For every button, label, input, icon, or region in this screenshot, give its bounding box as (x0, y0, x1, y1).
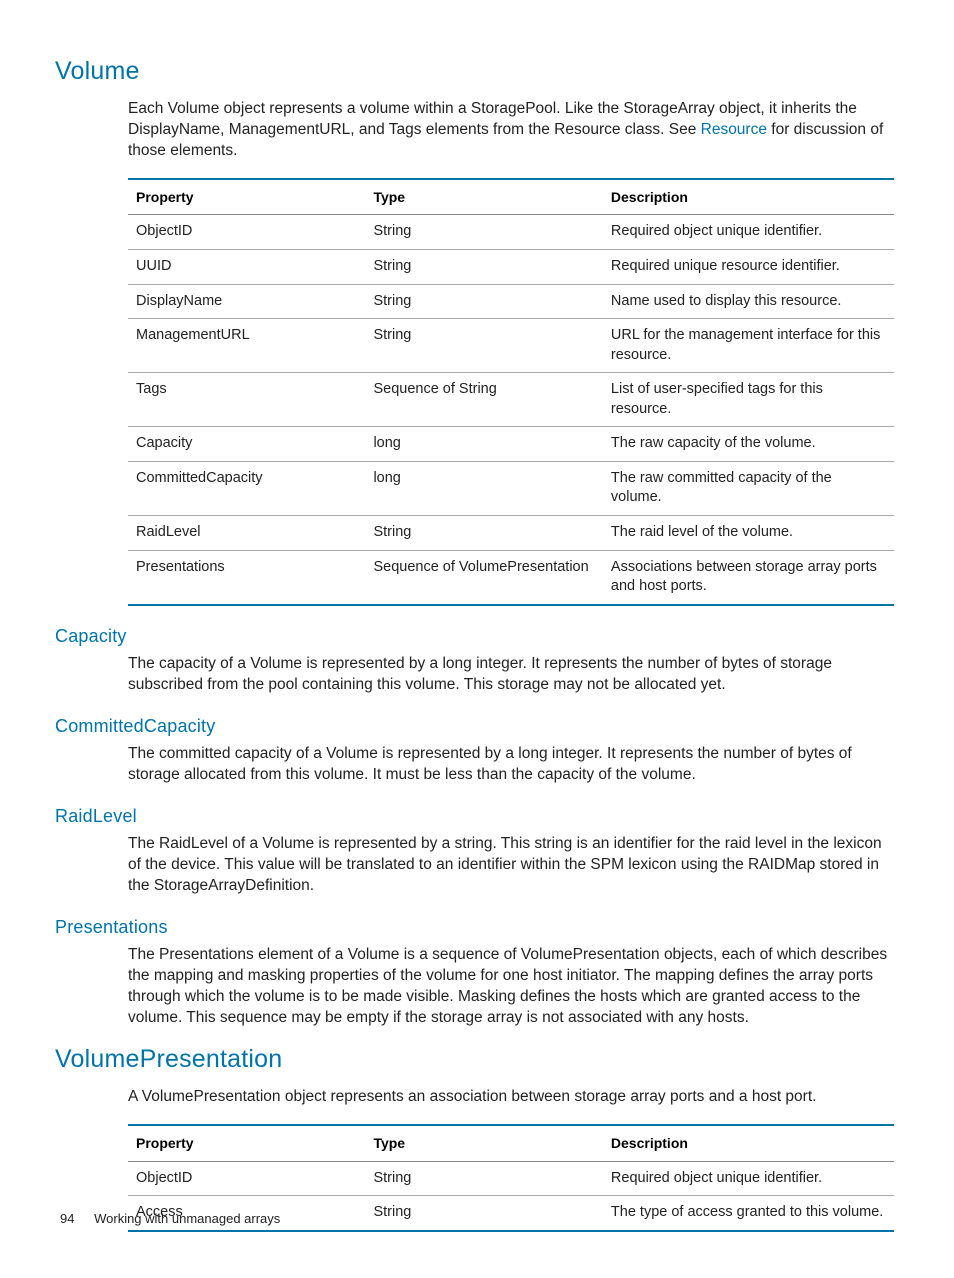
cell-type: String (365, 249, 602, 284)
cell-desc: Associations between storage array ports… (603, 550, 894, 605)
cell-prop: UUID (128, 249, 365, 284)
col-header-property: Property (128, 179, 365, 215)
cell-desc: URL for the management interface for thi… (603, 319, 894, 373)
cell-type: String (365, 319, 602, 373)
cell-prop: RaidLevel (128, 516, 365, 551)
volume-properties-table: Property Type Description ObjectIDString… (128, 178, 894, 606)
cell-prop: DisplayName (128, 284, 365, 319)
cell-type: String (365, 284, 602, 319)
table-header-row: Property Type Description (128, 1125, 894, 1161)
subsection-heading-presentations: Presentations (55, 915, 894, 939)
subsection-body: The RaidLevel of a Volume is represented… (128, 834, 894, 897)
cell-desc: The raw committed capacity of the volume… (603, 461, 894, 515)
cell-type: String (365, 1196, 602, 1231)
section-heading-volume: Volume (55, 55, 894, 89)
cell-desc: List of user-specified tags for this res… (603, 373, 894, 427)
cell-prop: ObjectID (128, 1161, 365, 1196)
chapter-title: Working with unmanaged arrays (94, 1211, 280, 1226)
table-header-row: Property Type Description (128, 179, 894, 215)
page-footer: 94 Working with unmanaged arrays (60, 1210, 280, 1228)
cell-prop: ObjectID (128, 215, 365, 250)
subsection-heading-committedcapacity: CommittedCapacity (55, 714, 894, 738)
cell-type: String (365, 1161, 602, 1196)
cell-prop: ManagementURL (128, 319, 365, 373)
col-header-description: Description (603, 1125, 894, 1161)
cell-type: String (365, 516, 602, 551)
col-header-description: Description (603, 179, 894, 215)
subsection-heading-raidlevel: RaidLevel (55, 804, 894, 828)
col-header-type: Type (365, 179, 602, 215)
cell-desc: The type of access granted to this volum… (603, 1196, 894, 1231)
subsection-body: The committed capacity of a Volume is re… (128, 744, 894, 786)
subsection-heading-capacity: Capacity (55, 624, 894, 648)
table-row: DisplayNameStringName used to display th… (128, 284, 894, 319)
table-row: TagsSequence of StringList of user-speci… (128, 373, 894, 427)
table-row: ManagementURLStringURL for the managemen… (128, 319, 894, 373)
col-header-type: Type (365, 1125, 602, 1161)
table-row: ObjectIDStringRequired object unique ide… (128, 215, 894, 250)
cell-type: Sequence of VolumePresentation (365, 550, 602, 605)
cell-desc: Required object unique identifier. (603, 215, 894, 250)
table-row: RaidLevelStringThe raid level of the vol… (128, 516, 894, 551)
cell-prop: Capacity (128, 427, 365, 462)
cell-desc: The raid level of the volume. (603, 516, 894, 551)
cell-desc: Required object unique identifier. (603, 1161, 894, 1196)
col-header-property: Property (128, 1125, 365, 1161)
volume-intro: Each Volume object represents a volume w… (128, 99, 894, 162)
page-number: 94 (60, 1211, 74, 1226)
cell-desc: The raw capacity of the volume. (603, 427, 894, 462)
table-row: CapacitylongThe raw capacity of the volu… (128, 427, 894, 462)
resource-link[interactable]: Resource (701, 121, 767, 138)
cell-type: String (365, 215, 602, 250)
cell-prop: CommittedCapacity (128, 461, 365, 515)
section-heading-volumepresentation: VolumePresentation (55, 1043, 894, 1077)
cell-prop: Presentations (128, 550, 365, 605)
subsection-body: The Presentations element of a Volume is… (128, 945, 894, 1029)
cell-desc: Name used to display this resource. (603, 284, 894, 319)
cell-prop: Tags (128, 373, 365, 427)
subsection-body: The capacity of a Volume is represented … (128, 654, 894, 696)
table-row: CommittedCapacitylongThe raw committed c… (128, 461, 894, 515)
table-row: ObjectIDStringRequired object unique ide… (128, 1161, 894, 1196)
cell-type: Sequence of String (365, 373, 602, 427)
volumepresentation-intro: A VolumePresentation object represents a… (128, 1087, 894, 1108)
cell-desc: Required unique resource identifier. (603, 249, 894, 284)
cell-type: long (365, 427, 602, 462)
cell-type: long (365, 461, 602, 515)
table-row: PresentationsSequence of VolumePresentat… (128, 550, 894, 605)
table-row: UUIDStringRequired unique resource ident… (128, 249, 894, 284)
